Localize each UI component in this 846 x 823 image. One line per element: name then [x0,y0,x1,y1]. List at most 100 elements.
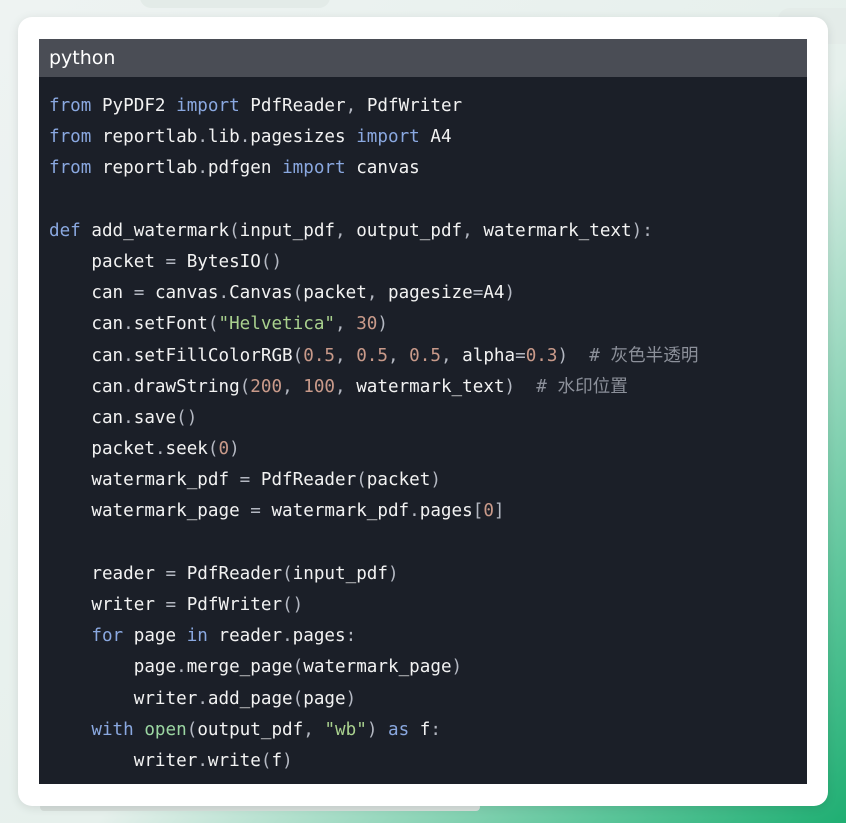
code-line: packet = BytesIO() [49,247,807,278]
code-token: pages [419,501,473,522]
code-token: for [91,626,124,647]
message-card: python from PyPDF2 import PdfReader, Pdf… [18,17,828,806]
code-token: can [91,345,124,366]
code-language-label: python [39,39,807,77]
code-token: ( [207,439,219,460]
code-token: reportlab [101,158,198,179]
code-token: add_watermark [91,220,230,241]
code-token: ) [504,283,516,304]
code-line: writer.write(f) [49,746,807,777]
code-token: add_page [207,688,293,709]
code-token: output_pdf [197,719,304,740]
code-token: . [123,407,134,428]
code-token: writer [133,688,198,709]
code-token: 0.5 [303,345,336,366]
code-token: . [154,439,166,460]
code-token: PdfReader [186,563,283,584]
code-token: ) [366,719,388,740]
code-token: . [218,283,230,304]
code-line: writer.add_page(page) [49,684,807,715]
code-token: page [303,688,346,709]
code-token: . [123,314,134,335]
code-token: . [123,345,134,366]
code-token: A4 [483,283,505,304]
code-token: input_pdf [292,563,388,584]
code-token: alpha [462,345,516,366]
code-line: packet.seek(0) [49,434,807,465]
code-token: canvas [356,158,420,179]
code-token: PyPDF2 [101,96,166,116]
code-line: watermark_page = watermark_pdf.pages[0] [49,496,807,527]
code-token: . [176,657,187,678]
code-token: 0 [483,501,494,522]
code-token: = [472,283,484,304]
code-block: python from PyPDF2 import PdfReader, Pdf… [39,39,807,784]
code-token: reader [91,563,155,584]
code-token: "Helvetica" [218,314,336,335]
code-line: watermark_pdf = PdfReader(packet) [49,465,807,496]
code-token: writer [133,750,198,771]
code-token: , [345,96,367,116]
code-token: input_pdf [239,220,336,241]
code-token: ( [260,750,272,771]
code-token: PdfReader [250,96,346,116]
code-token: ( [292,283,304,304]
code-token: 0 [218,439,230,460]
code-token: , [387,345,410,366]
code-token: pagesizes [250,127,346,148]
code-token: pages [292,626,346,647]
code-line: with open(output_pdf, "wb") as f: [49,715,807,746]
code-token: . [282,626,293,647]
code-token: 200 [250,376,283,397]
code-token: setFillColorRGB [133,345,293,366]
code-token: "wb" [324,719,367,740]
code-token: seek [165,439,208,460]
code-line: for page in reader.pages: [49,621,807,652]
code-token: setFont [133,314,208,335]
code-token: , [440,345,463,366]
code-token: pdfgen [207,158,272,179]
code-token: [ [472,501,484,522]
code-token: in [186,626,208,647]
code-token: can [91,314,124,335]
code-token: from [49,158,92,179]
code-line: can.setFont("Helvetica", 30) [49,309,807,340]
code-line: from PyPDF2 import PdfReader, PdfWriter [49,91,807,122]
code-token: ( [292,345,304,366]
code-token: , [366,283,388,304]
code-token: , [335,220,357,241]
code-token: , [462,220,484,241]
code-token: 0.5 [356,345,388,366]
code-token: watermark_pdf [91,470,230,491]
code-token: . [123,376,134,397]
code-token: ( [292,688,304,709]
code-token: , [335,314,357,335]
code-token: # 水印位置 [536,376,628,397]
code-token: watermark_text [356,376,505,397]
code-token: from [49,127,92,148]
code-token: . [197,158,208,179]
code-content[interactable]: from PyPDF2 import PdfReader, PdfWriter f… [39,77,807,777]
code-token: ) [557,345,590,366]
code-token: ( [229,220,240,241]
code-token: , [335,376,357,397]
code-token: . [197,750,208,771]
code-token: reader [218,626,283,647]
code-line: writer = PdfWriter() [49,590,807,621]
code-token: , [282,376,304,397]
